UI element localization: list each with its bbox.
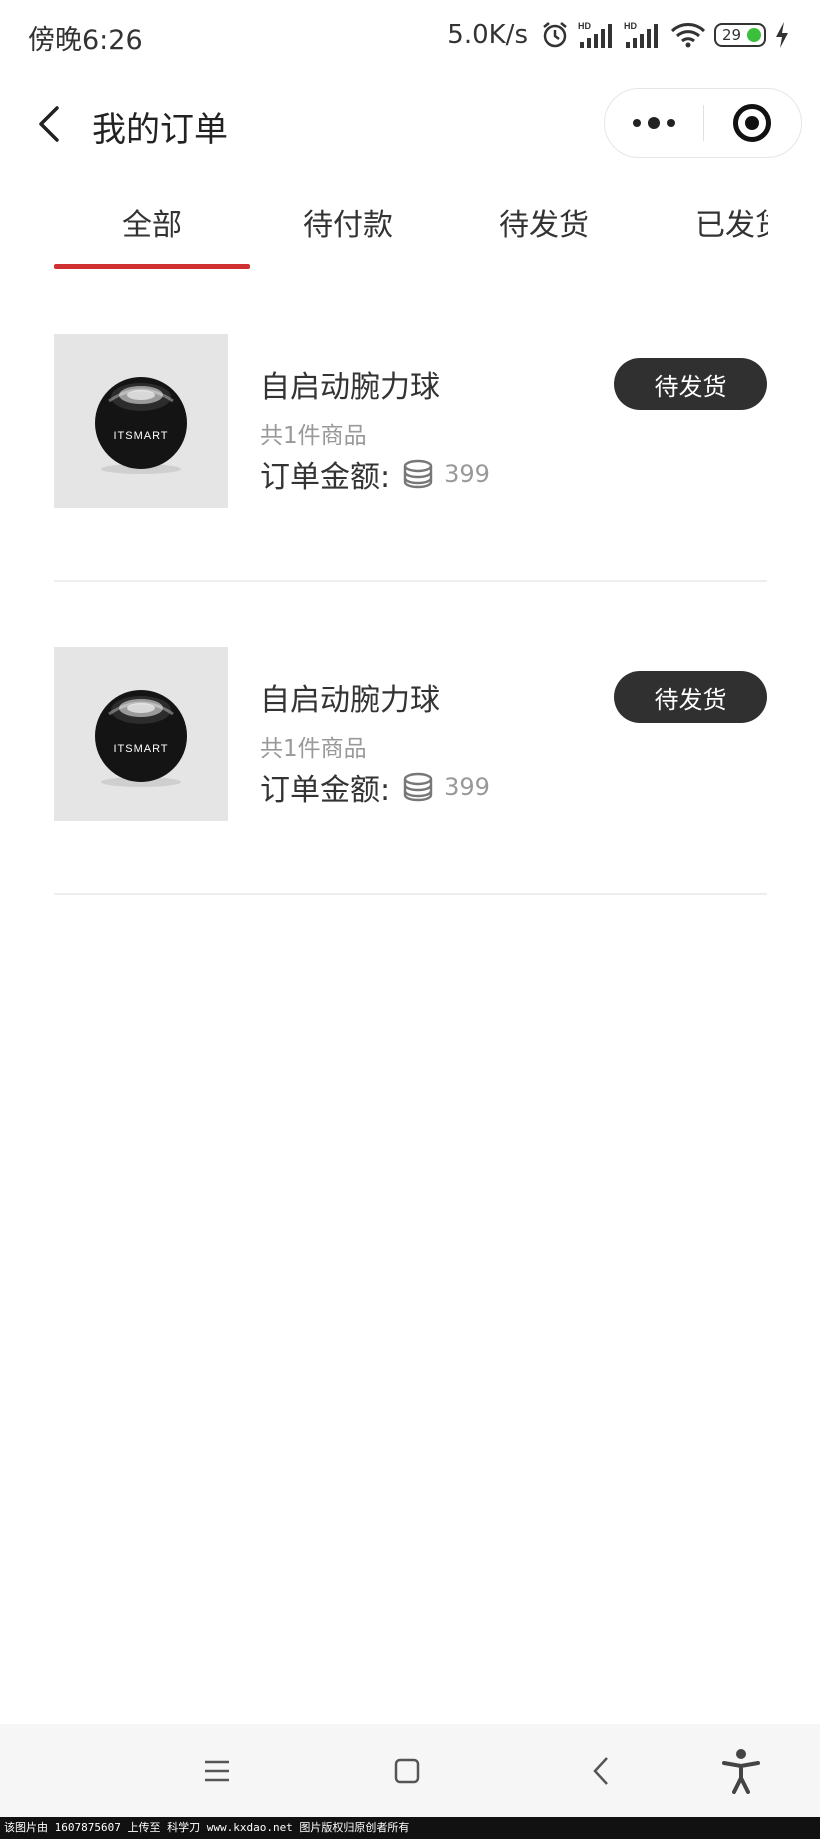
page-title: 我的订单 <box>92 110 228 150</box>
mini-program-capsule <box>604 88 802 158</box>
product-image: ITSMART <box>54 334 228 508</box>
signal-hd-icon: HD <box>578 20 616 50</box>
chevron-left-icon <box>39 106 59 142</box>
svg-text:ITSMART: ITSMART <box>113 743 168 755</box>
wifi-icon <box>670 20 706 50</box>
divider <box>54 893 767 895</box>
item-count: 共1件商品 <box>260 423 367 449</box>
product-image: ITSMART <box>54 647 228 821</box>
order-card[interactable]: ITSMART 自启动腕力球 共1件商品 订单金额: 399 待发货 <box>54 647 767 929</box>
tab-pending-payment[interactable]: 待付款 <box>250 200 446 244</box>
divider <box>54 580 767 582</box>
nav-bar: 我的订单 <box>0 80 820 168</box>
tab-shipped[interactable]: 已发货 <box>642 200 768 244</box>
svg-text:HD: HD <box>578 21 591 31</box>
product-name: 自启动腕力球 <box>260 683 440 718</box>
more-dot-center <box>647 117 660 129</box>
signal-hd-icon: HD <box>624 20 662 50</box>
item-count: 共1件商品 <box>260 736 367 762</box>
status-icons: 5.0K/s HD HD 29 <box>447 14 790 56</box>
amount-label: 订单金额: <box>260 460 391 495</box>
tab-all[interactable]: 全部 <box>54 200 250 244</box>
accessibility-button[interactable] <box>696 1724 786 1817</box>
home-button[interactable] <box>362 1724 452 1817</box>
battery-level: 29 <box>722 26 742 44</box>
status-badge[interactable]: 待发货 <box>614 358 767 410</box>
menu-button[interactable] <box>172 1724 262 1817</box>
battery-icon: 29 <box>714 23 766 47</box>
menu-icon <box>205 1760 229 1781</box>
more-dot-right <box>666 119 675 127</box>
status-badge[interactable]: 待发货 <box>614 671 767 723</box>
amount-value: 399 <box>444 460 490 488</box>
svg-text:ITSMART: ITSMART <box>113 430 168 442</box>
system-back-button[interactable] <box>556 1724 646 1817</box>
alarm-icon <box>540 20 570 50</box>
tab-pending-shipment[interactable]: 待发货 <box>446 200 642 244</box>
order-amount: 订单金额: 399 <box>260 765 490 809</box>
back-chevron-icon <box>593 1756 608 1785</box>
order-tabs: 全部 待付款 待发货 已发货 <box>0 180 768 272</box>
coin-stack-icon <box>402 458 434 490</box>
watermark-caption: 该图片由 1607875607 上传至 科学刀 www.kxdao.net 图片… <box>0 1817 820 1839</box>
more-dots-icon <box>632 119 641 127</box>
order-card[interactable]: ITSMART 自启动腕力球 共1件商品 订单金额: 399 待发货 <box>54 334 767 616</box>
more-button[interactable] <box>605 88 703 158</box>
status-bar: 傍晚6:26 5.0K/s HD HD 29 <box>0 0 820 70</box>
network-speed: 5.0K/s <box>447 20 528 50</box>
accessibility-icon <box>722 1748 760 1794</box>
coin-stack-icon <box>402 771 434 803</box>
back-button[interactable] <box>24 96 74 152</box>
target-icon <box>733 104 772 142</box>
amount-value: 399 <box>444 773 490 801</box>
charging-icon <box>774 21 790 49</box>
product-name: 自启动腕力球 <box>260 370 440 405</box>
system-nav-bar <box>0 1724 820 1817</box>
amount-label: 订单金额: <box>260 773 391 808</box>
active-tab-indicator <box>54 264 250 269</box>
svg-text:HD: HD <box>624 21 637 31</box>
order-amount: 订单金额: 399 <box>260 452 490 496</box>
close-mini-program-button[interactable] <box>704 88 802 158</box>
status-time: 傍晚6:26 <box>28 25 143 56</box>
home-square-icon <box>394 1758 420 1783</box>
